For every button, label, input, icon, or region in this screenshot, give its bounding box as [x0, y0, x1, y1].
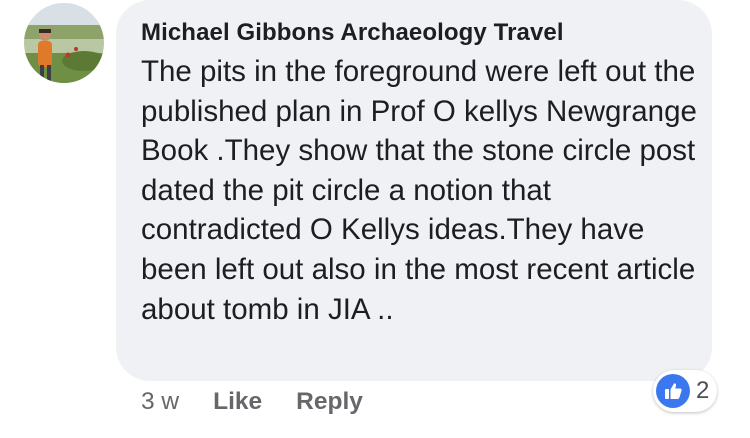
comment-author[interactable]: Michael Gibbons Archaeology Travel — [141, 16, 690, 50]
reaction-summary[interactable]: 2 — [653, 370, 718, 412]
comment-text: The pits in the foreground were left out… — [141, 55, 697, 326]
comment-actions: 3 w Like Reply — [141, 384, 363, 420]
thumbs-up-icon — [656, 374, 690, 408]
reply-button[interactable]: Reply — [296, 388, 363, 416]
like-button[interactable]: Like — [213, 388, 262, 416]
comment-timestamp[interactable]: 3 w — [141, 388, 179, 416]
avatar-photo — [24, 3, 104, 83]
avatar[interactable] — [24, 3, 104, 83]
reaction-count: 2 — [696, 377, 710, 404]
comment-bubble: Michael Gibbons Archaeology Travel The p… — [116, 0, 712, 381]
